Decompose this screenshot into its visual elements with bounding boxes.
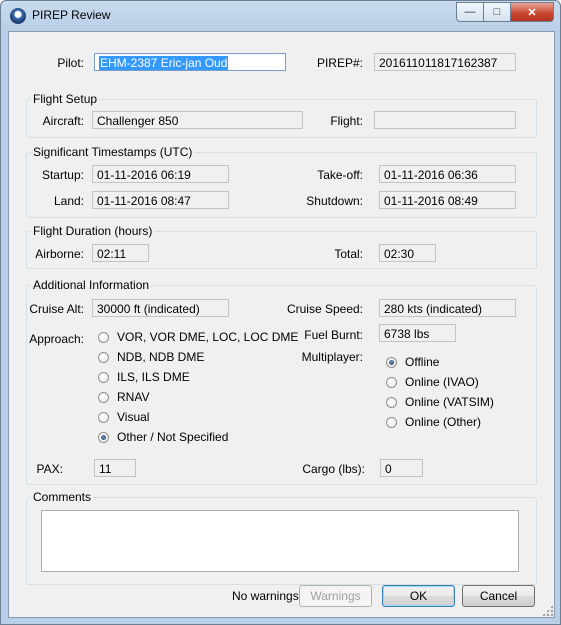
duration-title: Flight Duration (hours) xyxy=(31,224,155,238)
pirep-label: PIREP#: xyxy=(316,56,363,70)
cancel-button[interactable]: Cancel xyxy=(462,585,535,607)
approach-radio-button[interactable] xyxy=(98,331,109,343)
total-label: Total: xyxy=(334,247,363,261)
pilot-field[interactable]: EHM-2387 Eric-jan Oud xyxy=(94,53,286,71)
pilot-label: Pilot: xyxy=(57,56,84,70)
approach-radio-button[interactable] xyxy=(98,371,109,383)
approach-option-label: Other / Not Specified xyxy=(117,430,229,444)
approach-option-label: RNAV xyxy=(117,390,150,404)
warnings-button[interactable]: Warnings xyxy=(299,585,372,607)
multiplayer-radio-button[interactable] xyxy=(386,396,397,408)
cargo-field[interactable]: 0 xyxy=(380,459,423,477)
approach-option[interactable]: Other / Not Specified xyxy=(98,430,228,444)
multiplayer-option-label: Offline xyxy=(405,355,440,369)
cruise-speed-field[interactable]: 280 kts (indicated) xyxy=(379,299,516,317)
minimize-button[interactable]: — xyxy=(456,2,484,22)
timestamps-title: Significant Timestamps (UTC) xyxy=(31,145,195,159)
land-label: Land: xyxy=(53,194,84,208)
caption-buttons: — □ ✕ xyxy=(456,2,554,22)
total-field[interactable]: 02:30 xyxy=(379,244,436,262)
title-bar[interactable]: PIREP Review — □ ✕ xyxy=(1,1,560,31)
takeoff-label: Take-off: xyxy=(317,168,363,182)
multiplayer-label: Multiplayer: xyxy=(301,350,363,364)
multiplayer-option[interactable]: Online (Other) xyxy=(386,415,481,429)
comments-title: Comments xyxy=(31,490,94,504)
flight-field[interactable] xyxy=(374,111,516,129)
approach-option[interactable]: NDB, NDB DME xyxy=(98,350,204,364)
ok-button[interactable]: OK xyxy=(382,585,455,607)
startup-field[interactable]: 01-11-2016 06:19 xyxy=(92,165,229,183)
close-button[interactable]: ✕ xyxy=(510,2,554,22)
approach-option[interactable]: ILS, ILS DME xyxy=(98,370,190,384)
approach-radio-button[interactable] xyxy=(98,411,109,423)
warnings-status: No warnings xyxy=(232,589,299,603)
approach-label: Approach: xyxy=(29,332,84,346)
takeoff-field[interactable]: 01-11-2016 06:36 xyxy=(379,165,516,183)
aircraft-label: Aircraft: xyxy=(42,114,84,128)
cruise-speed-label: Cruise Speed: xyxy=(286,302,363,316)
approach-option-label: Visual xyxy=(117,410,150,424)
multiplayer-radio-button[interactable] xyxy=(386,376,397,388)
flight-setup-title: Flight Setup xyxy=(31,92,100,106)
window-title: PIREP Review xyxy=(32,8,111,22)
shutdown-field[interactable]: 01-11-2016 08:49 xyxy=(379,191,516,209)
cruise-alt-field[interactable]: 30000 ft (indicated) xyxy=(92,299,229,317)
pirep-review-window: PIREP Review — □ ✕ Pilot: EHM-2387 Eric-… xyxy=(0,0,561,625)
approach-option-label: ILS, ILS DME xyxy=(117,370,190,384)
approach-option-label: NDB, NDB DME xyxy=(117,350,205,364)
pax-label: PAX: xyxy=(36,462,63,476)
cruise-alt-label: Cruise Alt: xyxy=(29,302,84,316)
approach-option[interactable]: VOR, VOR DME, LOC, LOC DME xyxy=(98,330,298,344)
multiplayer-radio-button[interactable] xyxy=(386,356,397,368)
multiplayer-option[interactable]: Offline xyxy=(386,355,439,369)
approach-option[interactable]: Visual xyxy=(98,410,149,424)
aircraft-field[interactable]: Challenger 850 xyxy=(92,111,303,129)
approach-radio-button[interactable] xyxy=(98,431,109,443)
pirep-field[interactable]: 201611011817162387 xyxy=(374,53,516,71)
close-icon: ✕ xyxy=(527,6,537,19)
multiplayer-option[interactable]: Online (VATSIM) xyxy=(386,395,494,409)
multiplayer-option-label: Online (Other) xyxy=(405,415,482,429)
startup-label: Startup: xyxy=(41,168,84,182)
land-field[interactable]: 01-11-2016 08:47 xyxy=(92,191,229,209)
airborne-field[interactable]: 02:11 xyxy=(92,244,149,262)
approach-option-label: VOR, VOR DME, LOC, LOC DME xyxy=(117,330,299,344)
multiplayer-option-label: Online (VATSIM) xyxy=(405,395,494,409)
comments-textarea[interactable] xyxy=(41,510,519,572)
approach-option[interactable]: RNAV xyxy=(98,390,149,404)
resize-grip-icon[interactable] xyxy=(542,605,553,616)
pax-field[interactable]: 11 xyxy=(94,459,136,477)
shutdown-label: Shutdown: xyxy=(306,194,363,208)
multiplayer-radio-button[interactable] xyxy=(386,416,397,428)
approach-radio-button[interactable] xyxy=(98,351,109,363)
additional-title: Additional Information xyxy=(31,278,152,292)
maximize-button[interactable]: □ xyxy=(483,2,511,22)
flight-label: Flight: xyxy=(330,114,363,128)
airborne-label: Airborne: xyxy=(35,247,84,261)
maximize-icon: □ xyxy=(493,6,501,18)
approach-radio-button[interactable] xyxy=(98,391,109,403)
minimize-icon: — xyxy=(464,6,476,18)
app-icon xyxy=(10,8,26,24)
fuel-field[interactable]: 6738 lbs xyxy=(379,324,456,342)
pilot-value: EHM-2387 Eric-jan Oud xyxy=(99,56,229,70)
cargo-label: Cargo (lbs): xyxy=(302,462,365,476)
multiplayer-option[interactable]: Online (IVAO) xyxy=(386,375,479,389)
dialog-body: Pilot: EHM-2387 Eric-jan Oud PIREP#: 201… xyxy=(8,31,555,618)
multiplayer-option-label: Online (IVAO) xyxy=(405,375,479,389)
